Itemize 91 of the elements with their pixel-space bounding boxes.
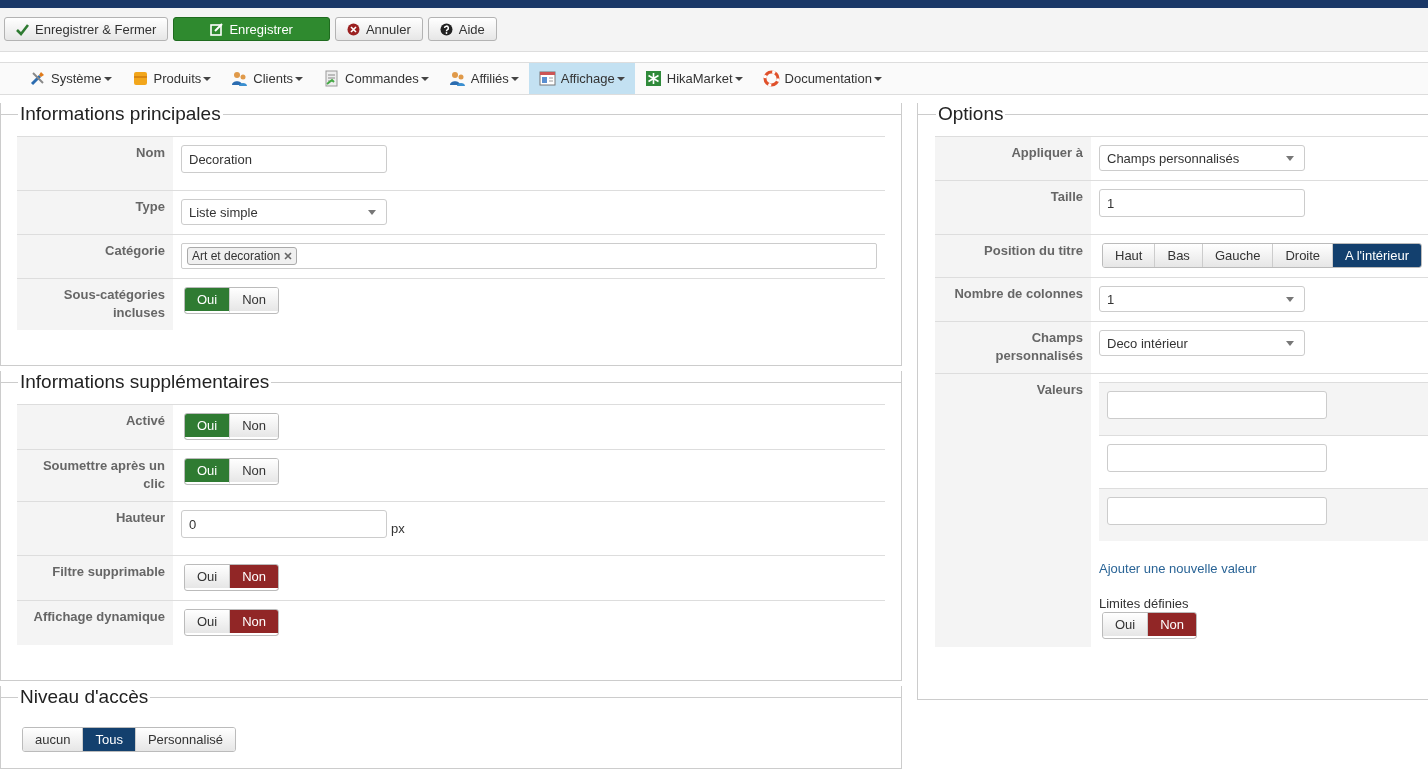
window-icon (538, 70, 556, 87)
caret-icon (873, 76, 882, 81)
menu-item[interactable]: Système (19, 63, 122, 94)
field-label: Nombre de colonnes (935, 278, 1091, 321)
caret-icon (510, 76, 519, 81)
dropdown-caret-icon (368, 209, 376, 215)
select-field[interactable]: Champs personnalisés (1099, 145, 1305, 171)
caret-icon (203, 76, 212, 81)
caret-icon (295, 76, 304, 81)
text-field[interactable]: 0 (181, 510, 387, 538)
field-label: Nom (17, 137, 173, 190)
check-icon (16, 22, 29, 36)
menu-item[interactable]: Produits (121, 63, 222, 94)
value-input-field[interactable] (1107, 444, 1327, 472)
field-label: Position du titre (935, 235, 1091, 277)
field-label: Hauteur (17, 502, 173, 555)
menu-item[interactable]: Affichage (528, 63, 635, 94)
toggle-option[interactable]: Non (230, 565, 279, 590)
field-label: Sous-catégories incluses (17, 279, 173, 330)
dropdown-caret-icon (1286, 340, 1294, 346)
toggle-option[interactable]: Personnalisé (135, 728, 236, 751)
people-icon (231, 70, 249, 87)
toolbar-button[interactable]: Aide (427, 17, 497, 41)
toggle-option[interactable]: Oui (185, 565, 231, 588)
field-label: Type (17, 191, 173, 234)
menu-item[interactable]: Documentation (752, 63, 892, 94)
people-icon (448, 70, 466, 87)
caret-icon (616, 76, 625, 81)
help-icon (439, 22, 453, 36)
toolbar-button[interactable]: Annuler (334, 17, 423, 41)
caret-icon (103, 76, 112, 81)
toggle-option[interactable]: Oui (185, 288, 231, 313)
field-label: Soumettre après un clic (17, 450, 173, 501)
toggle-option[interactable]: aucun (23, 728, 84, 751)
toggle-option[interactable]: Oui (1103, 613, 1149, 636)
close-icon (346, 22, 360, 36)
dropdown-caret-icon (1286, 155, 1294, 161)
lifebuoy-icon (762, 70, 780, 87)
toggle-option[interactable]: Bas (1155, 244, 1203, 267)
menu-item[interactable]: Commandes (313, 63, 439, 94)
toggle-option[interactable]: Non (1148, 613, 1197, 638)
toggle-option[interactable]: Gauche (1202, 244, 1274, 267)
toggle-option[interactable]: Oui (185, 610, 231, 633)
toggle-option[interactable]: Droite (1273, 244, 1334, 267)
unit-label: px (391, 521, 405, 536)
section-title: Informations supplémentaires (19, 371, 271, 393)
field-label: Affichage dynamique (17, 601, 173, 645)
tag-field[interactable]: Art et decoration (181, 243, 877, 269)
field-label: Appliquer à (935, 137, 1091, 180)
field-label: Limites définies (1099, 596, 1190, 611)
document-icon (323, 70, 341, 87)
menu-item[interactable]: HikaMarket (634, 63, 753, 94)
select-field[interactable]: Liste simple (181, 199, 387, 225)
toggle-option[interactable]: Oui (185, 414, 231, 439)
caret-icon (420, 76, 429, 81)
section-title: Informations principales (19, 103, 222, 125)
menu-item[interactable]: Affiliés (438, 63, 529, 94)
text-field[interactable]: 1 (1099, 189, 1305, 217)
caret-icon (734, 76, 743, 81)
toggle-option[interactable]: Oui (185, 459, 231, 484)
toolbar-button[interactable]: Enregistrer (173, 17, 330, 41)
tools-icon (29, 70, 46, 87)
section-title: Options (937, 103, 1005, 125)
add-value-link[interactable]: Ajouter une nouvelle valeur (1099, 561, 1428, 576)
field-label: Valeurs (935, 374, 1091, 647)
remove-icon[interactable] (284, 252, 293, 260)
tag-label: Art et decoration (192, 249, 281, 263)
menu-item[interactable]: Clients (221, 63, 314, 94)
toggle-option[interactable]: Non (230, 288, 279, 311)
select-field[interactable]: 1 (1099, 286, 1305, 312)
toggle-option[interactable]: Haut (1103, 244, 1156, 267)
edit-icon (210, 22, 224, 36)
toggle-option[interactable]: Tous (83, 728, 136, 751)
toggle-option[interactable]: Non (230, 610, 279, 635)
value-input-field[interactable] (1107, 497, 1327, 525)
field-label: Filtre supprimable (17, 556, 173, 600)
toolbar-button[interactable]: Enregistrer & Fermer (4, 17, 169, 41)
field-label: Taille (935, 181, 1091, 234)
toggle-option[interactable]: Non (230, 414, 279, 437)
section-title: Niveau d'accès (19, 686, 150, 708)
field-label: Catégorie (17, 235, 173, 278)
select-field[interactable]: Deco intérieur (1099, 330, 1305, 356)
asterisk-icon (644, 70, 662, 87)
box-icon (131, 70, 149, 87)
toggle-option[interactable]: A l'intérieur (1333, 244, 1421, 267)
toggle-option[interactable]: Non (230, 459, 279, 482)
dropdown-caret-icon (1286, 296, 1294, 302)
field-label: Activé (17, 405, 173, 449)
field-label: Champs personnalisés (935, 322, 1091, 373)
value-input-field[interactable] (1107, 391, 1327, 419)
text-field[interactable]: Decoration (181, 145, 387, 173)
